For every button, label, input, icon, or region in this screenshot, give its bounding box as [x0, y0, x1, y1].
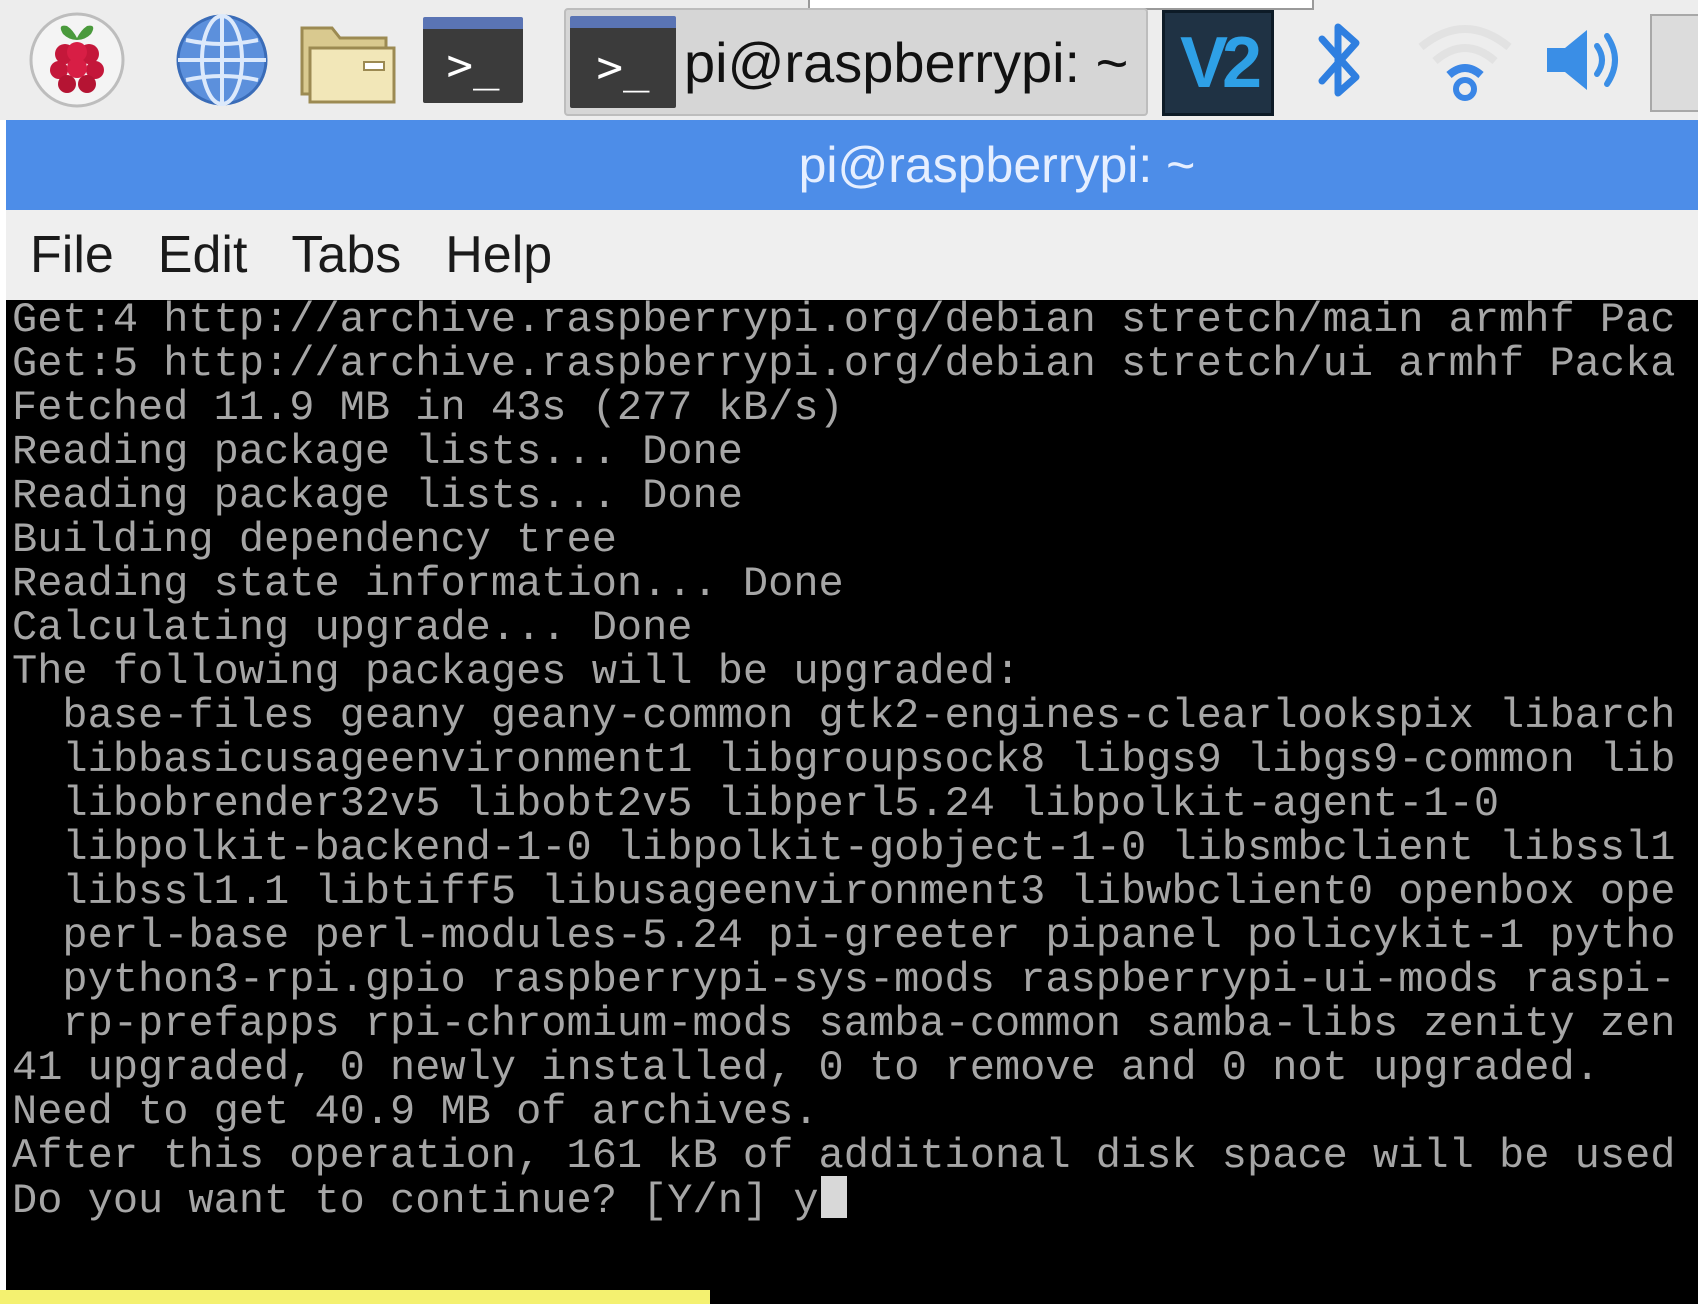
- terminal-line: Reading state information... Done: [12, 560, 844, 608]
- terminal-line: Get:4 http://archive.raspberrypi.org/deb…: [12, 300, 1676, 344]
- terminal-line: Calculating upgrade... Done: [12, 604, 693, 652]
- globe-icon: [176, 14, 268, 106]
- terminal-line: base-files geany geany-common gtk2-engin…: [12, 692, 1676, 740]
- volume-icon: [1547, 30, 1618, 90]
- bluetooth-icon: [1318, 23, 1360, 97]
- taskbar-tray-edge[interactable]: [1650, 14, 1698, 112]
- menu-file[interactable]: File: [30, 225, 114, 285]
- file-manager-button[interactable]: [294, 10, 402, 110]
- window-title: pi@raspberrypi: ~: [798, 137, 1196, 193]
- terminal-line: Reading package lists... Done: [12, 472, 743, 520]
- volume-button[interactable]: [1536, 10, 1636, 110]
- menu-tabs[interactable]: Tabs: [291, 225, 401, 285]
- terminal-line: rp-prefapps rpi-chromium-mods samba-comm…: [12, 1000, 1676, 1048]
- raspberry-icon: [29, 12, 125, 108]
- vnc-icon: V2: [1179, 23, 1262, 103]
- taskbar-window-item[interactable]: >_ pi@raspberrypi: ~: [564, 8, 1148, 116]
- terminal-icon: >_: [423, 17, 523, 103]
- terminal-line: Building dependency tree: [12, 516, 617, 564]
- terminal-line: python3-rpi.gpio raspberrypi-sys-mods ra…: [12, 956, 1676, 1004]
- terminal-output[interactable]: Get:4 http://archive.raspberrypi.org/deb…: [6, 300, 1698, 1304]
- terminal-line: Get:5 http://archive.raspberrypi.org/deb…: [12, 340, 1676, 388]
- terminal-line: libbasicusageenvironment1 libgroupsock8 …: [12, 736, 1676, 784]
- terminal-line: libssl1.1 libtiff5 libusageenvironment3 …: [12, 868, 1676, 916]
- wifi-button[interactable]: [1410, 10, 1520, 110]
- terminal-line: The following packages will be upgraded:: [12, 648, 1021, 696]
- terminal-line: After this operation, 161 kB of addition…: [12, 1132, 1676, 1180]
- wifi-icon: [1418, 25, 1512, 101]
- terminal-line: libpolkit-backend-1-0 libpolkit-gobject-…: [12, 824, 1676, 872]
- raspberry-menu-button[interactable]: [24, 10, 130, 110]
- window-titlebar[interactable]: pi@raspberrypi: ~: [6, 120, 1698, 210]
- folder-icon: [300, 26, 396, 104]
- menu-help[interactable]: Help: [445, 225, 552, 285]
- terminal-line: Need to get 40.9 MB of archives.: [12, 1088, 819, 1136]
- terminal-line: 41 upgraded, 0 newly installed, 0 to rem…: [12, 1044, 1600, 1092]
- terminal-line: libobrender32v5 libobt2v5 libperl5.24 li…: [12, 780, 1500, 828]
- terminal-line: Reading package lists... Done: [12, 428, 743, 476]
- taskbar-window-label: pi@raspberrypi: ~: [684, 30, 1129, 94]
- highlight-marker: [0, 1290, 710, 1304]
- terminal-launcher-button[interactable]: >_: [420, 10, 526, 110]
- terminal-line: Fetched 11.9 MB in 43s (277 kB/s): [12, 384, 844, 432]
- terminal-icon: >_: [570, 16, 676, 108]
- terminal-line: perl-base perl-modules-5.24 pi-greeter p…: [12, 912, 1676, 960]
- terminal-prompt-line: Do you want to continue? [Y/n] y: [12, 1176, 847, 1225]
- menu-bar: File Edit Tabs Help: [6, 210, 1698, 300]
- terminal-prompt-text: Do you want to continue? [Y/n] y: [12, 1177, 819, 1225]
- bluetooth-button[interactable]: [1300, 10, 1380, 110]
- taskbar: >_ >_ pi@raspberrypi: ~ V2: [0, 0, 1698, 120]
- terminal-cursor: [820, 1176, 847, 1218]
- vnc-server-button[interactable]: V2: [1162, 10, 1274, 116]
- web-browser-button[interactable]: [170, 10, 274, 110]
- menu-edit[interactable]: Edit: [158, 225, 248, 285]
